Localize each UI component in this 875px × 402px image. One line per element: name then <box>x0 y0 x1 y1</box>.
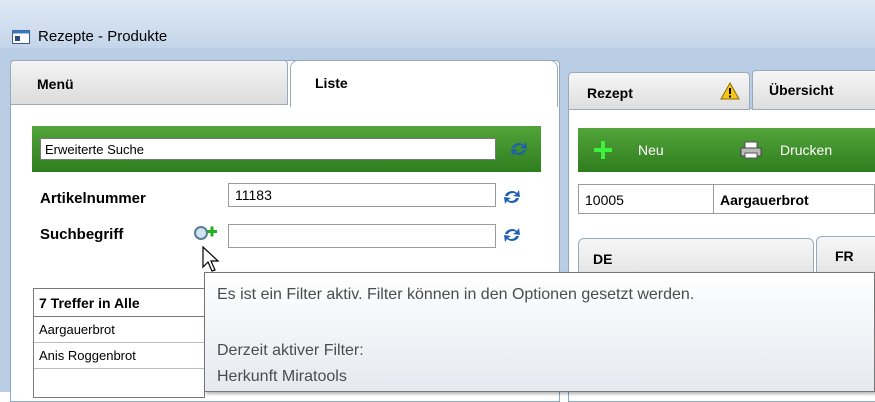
filter-add-icon[interactable] <box>192 224 218 244</box>
table-row[interactable]: Anis Roggenbrot <box>34 343 204 369</box>
printer-icon <box>740 141 762 159</box>
tab-rezept-label: Rezept <box>587 85 633 101</box>
suchbegriff-label: Suchbegriff <box>40 226 124 243</box>
tab-uebersicht-label: Übersicht <box>769 82 834 98</box>
new-button[interactable]: Neu <box>590 135 700 165</box>
record-number-field[interactable]: 10005 <box>578 184 714 214</box>
tooltip-line: Herkunft Miratools <box>217 368 347 385</box>
filter-tooltip: Es ist ein Filter aktiv. Filter können i… <box>204 272 875 392</box>
plus-icon <box>594 141 612 159</box>
table-row[interactable]: Aargauerbrot <box>34 317 204 343</box>
results-header: 7 Treffer in Alle <box>34 289 204 317</box>
window-title: Rezepte - Produkte <box>38 28 168 45</box>
artikelnummer-label: Artikelnummer <box>40 190 146 207</box>
refresh-suchbegriff-icon[interactable] <box>503 227 521 243</box>
tab-de-label: DE <box>593 251 613 267</box>
tab-fr-label: FR <box>835 248 854 264</box>
refresh-icon[interactable] <box>510 141 528 157</box>
new-button-label: Neu <box>638 142 664 158</box>
tooltip-line: Es ist ein Filter aktiv. Filter können i… <box>217 286 695 303</box>
tab-menu[interactable]: Menü <box>10 60 288 105</box>
record-name-field[interactable]: Aargauerbrot <box>714 184 875 214</box>
tooltip-line: Derzeit aktiver Filter: <box>217 342 364 359</box>
refresh-artikelnummer-icon[interactable] <box>503 189 521 205</box>
mouse-cursor-icon <box>202 246 220 272</box>
window-app-icon[interactable] <box>12 30 30 44</box>
title-bar: Rezepte - Produkte <box>0 0 875 49</box>
warning-icon <box>720 82 740 100</box>
results-table: 7 Treffer in Alle Aargauerbrot Anis Rogg… <box>33 288 205 398</box>
tab-uebersicht[interactable]: Übersicht <box>752 70 875 110</box>
print-button[interactable]: Drucken <box>740 135 875 165</box>
tab-liste-label: Liste <box>315 75 348 91</box>
tab-menu-label: Menü <box>37 76 74 92</box>
artikelnummer-input[interactable]: 11183 <box>228 183 496 207</box>
print-button-label: Drucken <box>780 142 833 158</box>
tab-liste[interactable]: Liste <box>290 60 558 107</box>
search-mode-combo[interactable]: Erweiterte Suche <box>40 138 496 160</box>
suchbegriff-input[interactable] <box>228 224 496 248</box>
